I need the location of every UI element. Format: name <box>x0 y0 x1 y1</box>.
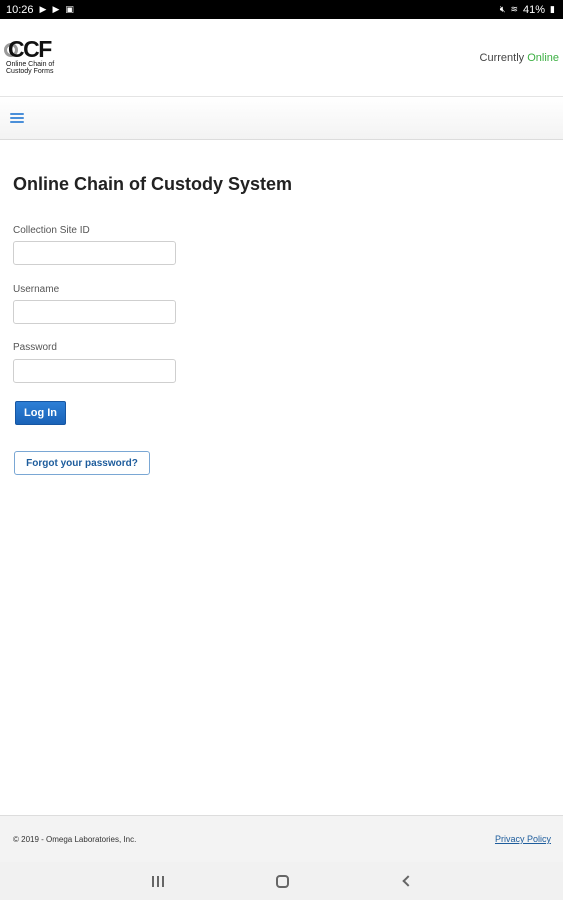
login-form: Online Chain of Custody System Collectio… <box>0 141 563 815</box>
logo-subtitle: Online Chain of Custody Forms <box>6 61 66 75</box>
status-time: 10:26 <box>6 3 34 16</box>
gallery-icon: ▣ <box>65 4 74 14</box>
connection-status-prefix: Currently <box>479 51 525 64</box>
mute-icon: 🔇︎ <box>499 4 506 14</box>
connection-status-value: Online <box>527 51 559 64</box>
battery-icon: ▮ <box>550 4 555 14</box>
status-left: 10:26 ▶ ▶ ▣ <box>6 4 74 16</box>
nav-bar <box>0 96 563 140</box>
wifi-icon: ≋ <box>510 4 519 14</box>
page-title: Online Chain of Custody System <box>13 174 293 194</box>
collection-site-id-label: Collection Site ID <box>13 225 90 236</box>
footer: © 2019 - Omega Laboratories, Inc. Privac… <box>0 815 563 862</box>
logo-text: CCF <box>8 35 52 62</box>
recent-apps-icon <box>152 875 164 887</box>
connection-status: Currently Online <box>480 52 559 64</box>
copyright-text: © 2019 - Omega Laboratories, Inc. <box>13 834 137 844</box>
logo-subtitle-line2: Custody Forms <box>6 67 54 75</box>
android-nav-bar <box>0 862 563 900</box>
hamburger-menu-icon[interactable] <box>10 113 24 123</box>
recent-apps-button[interactable] <box>138 862 178 900</box>
battery-percentage: 41% <box>523 3 546 16</box>
app-header: CCF Online Chain of Custody Forms Curren… <box>0 19 563 96</box>
password-input[interactable] <box>13 359 176 383</box>
forgot-password-button[interactable]: Forgot your password? <box>14 451 150 475</box>
username-input[interactable] <box>13 300 176 324</box>
back-button[interactable] <box>386 862 426 900</box>
status-right: 🔇︎ ≋ 41% ▮ <box>500 4 555 16</box>
back-arrow-icon <box>402 875 414 887</box>
ccf-logo: CCF Online Chain of Custody Forms <box>4 35 66 81</box>
username-label: Username <box>13 284 60 295</box>
home-icon <box>275 874 289 888</box>
login-button[interactable]: Log In <box>15 401 66 425</box>
play-icon: ▶ <box>39 4 47 14</box>
home-button[interactable] <box>262 862 302 900</box>
status-bar: 10:26 ▶ ▶ ▣ 🔇︎ ≋ 41% ▮ <box>0 0 563 19</box>
collection-site-id-input[interactable] <box>13 241 176 265</box>
privacy-policy-link[interactable]: Privacy Policy <box>495 834 551 844</box>
password-label: Password <box>13 342 57 353</box>
media-icon: ▶ <box>52 4 60 14</box>
logo-subtitle-line1: Online Chain of <box>6 60 55 68</box>
